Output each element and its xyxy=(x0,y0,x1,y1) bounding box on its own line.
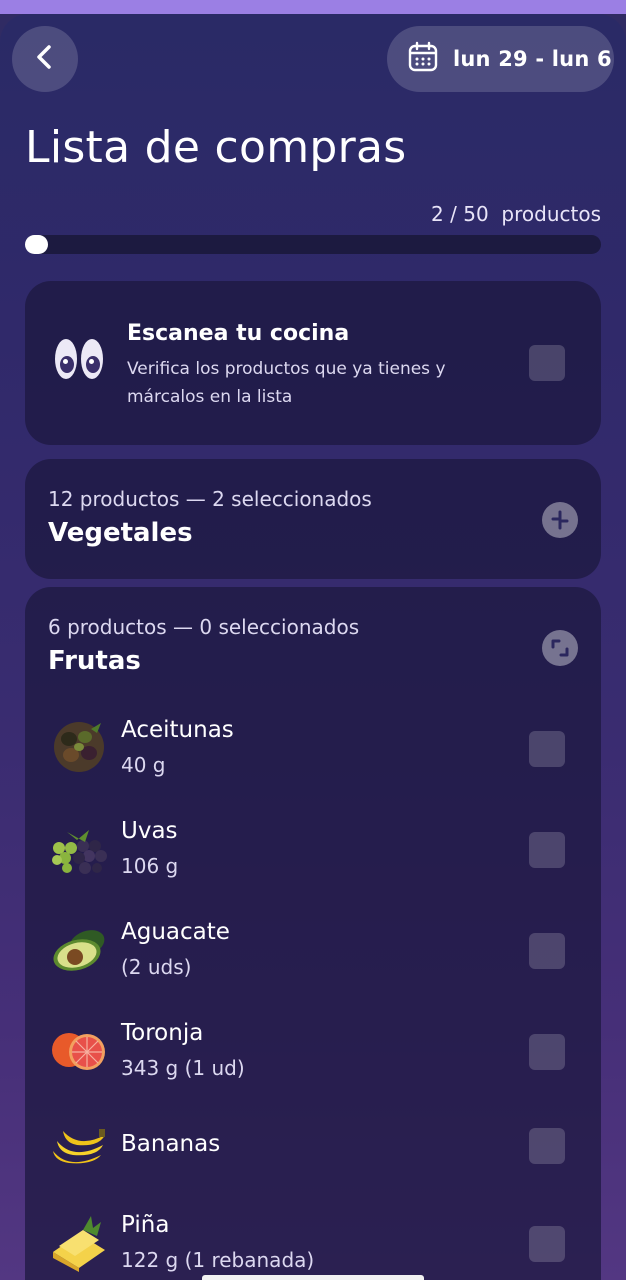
page-title: Lista de compras xyxy=(25,122,407,173)
avocado-icon xyxy=(49,919,109,979)
back-button[interactable] xyxy=(12,26,78,92)
item-checkbox[interactable] xyxy=(529,933,565,969)
chevron-left-icon xyxy=(32,44,58,74)
calendar-icon xyxy=(407,41,439,77)
item-name: Uvas xyxy=(121,818,178,844)
item-name: Bananas xyxy=(121,1131,221,1157)
item-name: Piña xyxy=(121,1212,170,1238)
list-item-pina[interactable]: Piña 122 g (1 rebanada) xyxy=(25,1202,601,1280)
progress-unit: productos xyxy=(501,202,601,226)
scan-card-title: Escanea tu cocina xyxy=(127,321,350,346)
app-screen: lun 29 - lun 6 Lista de compras 2 / 50 p… xyxy=(0,14,626,1280)
list-item-bananas[interactable]: Bananas xyxy=(25,1111,601,1191)
category-name: Frutas xyxy=(48,646,141,676)
banana-icon xyxy=(49,1111,109,1171)
item-qty: (2 uds) xyxy=(121,955,192,979)
eyes-icon xyxy=(55,339,103,379)
date-range-button[interactable]: lun 29 - lun 6 xyxy=(387,26,614,92)
item-checkbox[interactable] xyxy=(529,1034,565,1070)
item-name: Aguacate xyxy=(121,919,230,945)
item-checkbox[interactable] xyxy=(529,832,565,868)
list-item-uvas[interactable]: Uvas 106 g xyxy=(25,808,601,888)
grapes-icon xyxy=(49,818,109,878)
item-checkbox[interactable] xyxy=(529,1128,565,1164)
item-checkbox[interactable] xyxy=(529,1226,565,1262)
expand-icon[interactable] xyxy=(542,630,578,666)
item-name: Toronja xyxy=(121,1020,204,1046)
scan-checkbox[interactable] xyxy=(529,345,565,381)
item-name: Aceitunas xyxy=(121,717,234,743)
progress-bar-fill xyxy=(25,235,48,254)
date-range-label: lun 29 - lun 6 xyxy=(453,47,612,71)
progress-text: 2 / 50 productos xyxy=(431,202,601,226)
scan-kitchen-card[interactable]: Escanea tu cocina Verifica los productos… xyxy=(25,281,601,445)
pineapple-icon xyxy=(49,1212,109,1272)
item-checkbox[interactable] xyxy=(529,731,565,767)
item-qty: 40 g xyxy=(121,753,166,777)
list-item-aceitunas[interactable]: Aceitunas 40 g xyxy=(25,707,601,787)
category-meta: 12 productos — 2 seleccionados xyxy=(48,487,372,511)
item-qty: 122 g (1 rebanada) xyxy=(121,1248,315,1272)
home-indicator xyxy=(202,1275,424,1280)
list-item-toronja[interactable]: Toronja 343 g (1 ud) xyxy=(25,1010,601,1090)
progress-count: 2 / 50 xyxy=(431,202,489,226)
progress-bar xyxy=(25,235,601,254)
category-frutas: 6 productos — 0 seleccionados Frutas Ace… xyxy=(25,587,601,1280)
collapse-icon[interactable] xyxy=(542,502,578,538)
category-meta: 6 productos — 0 seleccionados xyxy=(48,615,360,639)
category-vegetales[interactable]: 12 productos — 2 seleccionados Vegetales xyxy=(25,459,601,579)
category-name: Vegetales xyxy=(48,518,193,548)
scan-card-description: Verifica los productos que ya tienes y m… xyxy=(127,359,446,407)
list-item-aguacate[interactable]: Aguacate (2 uds) xyxy=(25,909,601,989)
item-qty: 343 g (1 ud) xyxy=(121,1056,245,1080)
grapefruit-icon xyxy=(49,1020,109,1080)
item-qty: 106 g xyxy=(121,854,179,878)
olives-icon xyxy=(49,717,109,777)
